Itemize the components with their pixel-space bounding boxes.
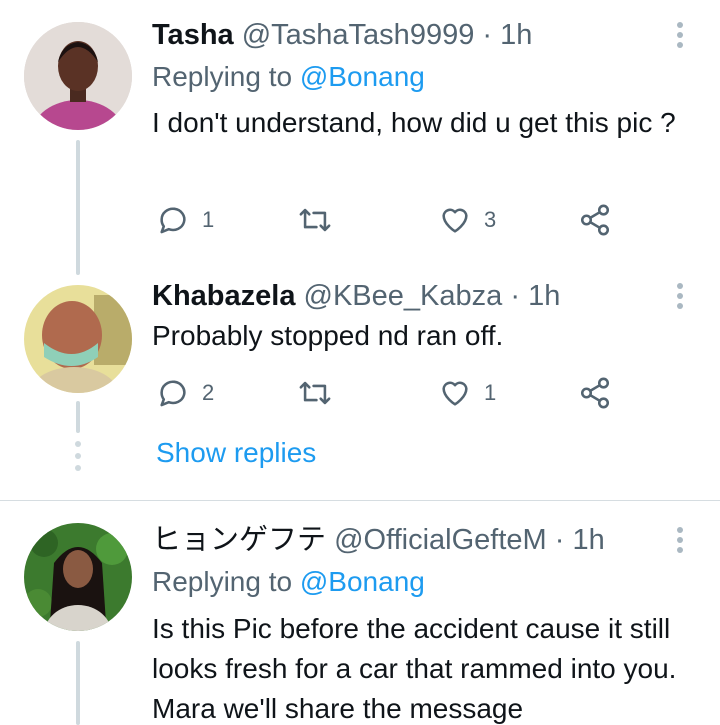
display-name[interactable]: ヒョンゲフテ — [152, 524, 326, 556]
user-handle[interactable]: @KBee_Kabza — [304, 280, 503, 312]
user-handle[interactable]: @TashaTash9999 — [242, 19, 475, 51]
replying-prefix: Replying to — [152, 566, 293, 597]
replying-prefix: Replying to — [152, 61, 293, 92]
tweet-header: Tasha @TashaTash9999 · 1h — [152, 18, 532, 52]
like-button[interactable]: 3 — [438, 200, 496, 240]
retweet-button[interactable] — [296, 373, 334, 413]
more-vertical-icon[interactable] — [670, 18, 690, 52]
more-replies-dots — [75, 441, 83, 471]
user-handle[interactable]: @OfficialGefteM — [334, 524, 547, 556]
mention-link[interactable]: @Bonang — [300, 61, 425, 92]
tweet-gefte[interactable]: ヒョンゲフテ @OfficialGefteM · 1h Replying to … — [0, 501, 720, 725]
reply-icon — [160, 207, 186, 234]
tweet-text: Is this Pic before the accident cause it… — [152, 613, 677, 724]
like-button[interactable]: 1 — [438, 373, 496, 413]
thread-line — [76, 140, 80, 275]
avatar[interactable] — [24, 285, 132, 393]
timestamp[interactable]: 1h — [500, 19, 532, 51]
separator-dot: · — [510, 280, 520, 312]
more-vertical-icon[interactable] — [670, 279, 690, 313]
like-count: 1 — [484, 380, 497, 405]
reply-button[interactable]: 2 — [156, 373, 214, 413]
timestamp[interactable]: 1h — [573, 524, 605, 556]
display-name[interactable]: Tasha — [152, 19, 234, 51]
share-icon — [580, 204, 610, 236]
share-button[interactable] — [578, 200, 612, 240]
avatar[interactable] — [24, 523, 132, 631]
reply-count: 1 — [202, 207, 215, 232]
reply-icon — [160, 380, 186, 407]
display-name[interactable]: Khabazela — [152, 280, 295, 312]
separator-dot: · — [482, 19, 493, 51]
share-icon — [580, 377, 610, 409]
heart-icon — [442, 381, 468, 406]
thread-line — [76, 641, 80, 725]
more-vertical-icon[interactable] — [670, 523, 690, 557]
like-count: 3 — [484, 207, 497, 232]
tweet-text: Probably stopped nd ran off. — [152, 320, 504, 351]
replying-to: Replying to @Bonang — [152, 60, 425, 94]
thread-line — [76, 401, 80, 433]
reply-button[interactable]: 1 — [156, 200, 214, 240]
separator-dot: · — [554, 524, 565, 556]
mention-link[interactable]: @Bonang — [300, 566, 425, 597]
show-replies-link[interactable]: Show replies — [156, 437, 316, 469]
retweet-button[interactable] — [296, 200, 334, 240]
retweet-icon — [299, 208, 331, 232]
tweet-khabazela[interactable]: Khabazela @KBee_Kabza · 1h Probably stop… — [0, 275, 720, 500]
avatar[interactable] — [24, 22, 132, 130]
tweet-tasha[interactable]: Tasha @TashaTash9999 · 1h Replying to @B… — [0, 0, 720, 275]
share-button[interactable] — [578, 373, 612, 413]
heart-icon — [442, 208, 468, 233]
tweet-header: Khabazela @KBee_Kabza · 1h — [152, 279, 560, 313]
retweet-icon — [299, 381, 331, 405]
reply-count: 2 — [202, 380, 215, 405]
tweet-text: I don't understand, how did u get this p… — [152, 107, 676, 138]
timestamp[interactable]: 1h — [528, 280, 560, 312]
tweet-header: ヒョンゲフテ @OfficialGefteM · 1h — [152, 523, 605, 557]
replying-to: Replying to @Bonang — [152, 565, 425, 599]
